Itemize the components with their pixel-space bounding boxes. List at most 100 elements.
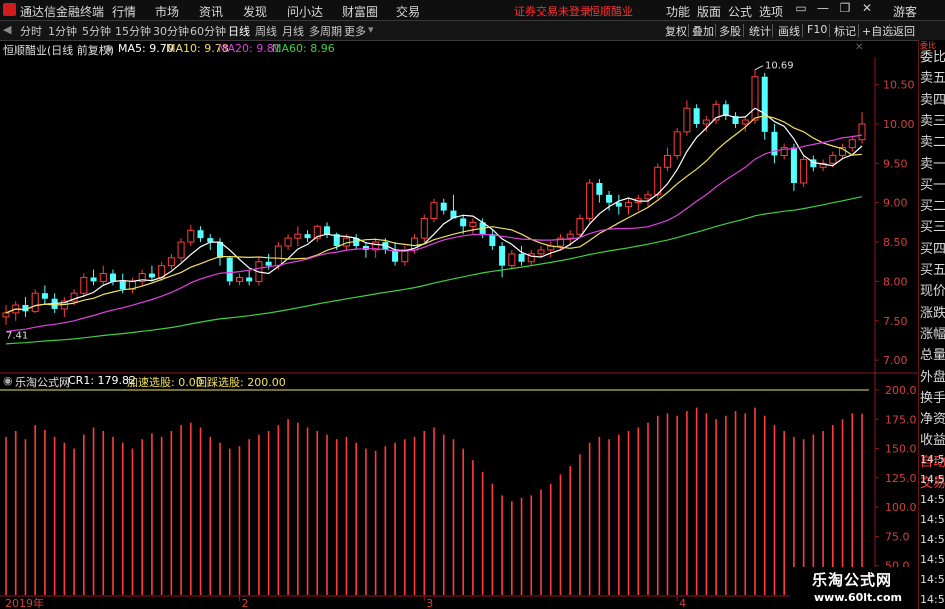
candle-body <box>761 76 768 132</box>
panel-time: 14:56 <box>920 593 945 606</box>
btn-tongji[interactable]: 统计 <box>749 23 771 39</box>
btn-duogu[interactable]: 多股 <box>719 23 741 39</box>
candle-body <box>304 234 311 239</box>
x-tick-label: 2019年 <box>5 596 44 609</box>
candle-body <box>586 182 594 219</box>
chart-area[interactable]: 10.50 10.00 9.50 9.00 8.50 8.00 7.50 7.00 10.69 7… <box>0 57 918 609</box>
login-warning[interactable]: 证券交易未登录 <box>514 3 591 19</box>
high-price-annotation: 10.69 <box>765 61 794 72</box>
close-icon[interactable]: ✕ <box>856 1 878 19</box>
sub-y-tick-label: 75.0 <box>885 530 910 543</box>
panel-item[interactable]: 净资 <box>920 408 945 427</box>
btn-fuquan[interactable]: 复权 <box>665 23 687 39</box>
candle-body <box>644 194 652 200</box>
panel-close-icon[interactable]: ✕ <box>855 42 863 53</box>
period-30min[interactable]: 30分钟 <box>153 23 189 39</box>
candle-body <box>284 237 292 247</box>
x-tick-label: 4 <box>679 597 686 609</box>
stock-title[interactable]: 恒顺醋业(日线 前复权) <box>3 42 114 58</box>
panel-time: 14:56 <box>920 533 945 546</box>
candle-body <box>615 202 622 207</box>
period-1min[interactable]: 1分钟 <box>48 23 77 39</box>
menu-jiaoyi[interactable]: 交易 <box>396 3 420 20</box>
btn-diejia[interactable]: 叠加 <box>692 23 714 39</box>
panel-item[interactable]: 卖二 <box>920 131 945 150</box>
panel-item[interactable]: 换手 <box>920 387 945 406</box>
candle-body <box>265 261 272 266</box>
x-tick-label: 2 <box>241 597 248 609</box>
candle-body <box>673 131 681 156</box>
candle-body <box>197 230 204 239</box>
panel-item[interactable]: 涨跌 <box>920 302 945 321</box>
candle-body <box>99 273 107 282</box>
screen-button-icon[interactable]: ▭ <box>790 1 812 19</box>
period-60min[interactable]: 60分钟 <box>190 23 226 39</box>
btn-back[interactable]: 返回 <box>893 23 915 39</box>
panel-item[interactable]: 卖五 <box>920 67 945 86</box>
x-tick-label: 3 <box>426 597 433 609</box>
candle-body <box>625 202 633 208</box>
more-dropdown-icon[interactable]: ▾ <box>368 23 374 36</box>
panel-item[interactable]: 卖三 <box>920 110 945 129</box>
menu-zixun[interactable]: 资讯 <box>199 3 223 20</box>
panel-item[interactable]: 委比 <box>920 46 945 65</box>
candle-body <box>537 249 545 255</box>
btn-huaxian[interactable]: 画线 <box>778 23 800 39</box>
panel-time: 14:56 <box>920 493 945 506</box>
candle-body <box>2 312 10 318</box>
candle-body <box>187 229 195 243</box>
panel-item[interactable]: 买四 <box>920 238 945 257</box>
candle-body <box>508 253 516 267</box>
candle-body <box>663 154 671 168</box>
menu-hangqing[interactable]: 行情 <box>112 3 136 20</box>
settings-dropdown-icon[interactable]: ◉ <box>104 42 114 55</box>
panel-item[interactable]: 现价 <box>920 280 945 299</box>
candle-body <box>167 257 175 267</box>
period-weekly[interactable]: 周线 <box>255 23 277 39</box>
panel-item[interactable]: 总量 <box>920 344 945 363</box>
menu-gongneng[interactable]: 功能 <box>666 3 690 20</box>
restore-icon[interactable]: ❐ <box>834 1 856 19</box>
y-tick-label: 8.50 <box>883 236 908 249</box>
panel-item[interactable]: 涨幅 <box>920 323 945 342</box>
candle-body <box>741 119 749 125</box>
period-multi[interactable]: 多周期 <box>309 23 342 39</box>
toolbar-left-arrow-icon[interactable]: ◀ <box>3 23 11 36</box>
menu-caifuquan[interactable]: 财富圈 <box>342 3 378 20</box>
menu-xuanxiang[interactable]: 选项 <box>759 3 783 20</box>
panel-item[interactable]: 卖一 <box>920 153 945 172</box>
guest-label[interactable]: 游客 <box>893 3 917 20</box>
minimize-icon[interactable]: — <box>812 1 834 19</box>
panel-item[interactable]: 买二 <box>920 195 945 214</box>
toolbar-divider <box>858 24 859 37</box>
panel-item[interactable]: 买三 <box>920 216 945 235</box>
panel-item[interactable]: 外盘 <box>920 366 945 385</box>
btn-f10[interactable]: F10 <box>807 23 827 36</box>
candle-body <box>274 245 282 267</box>
period-fenshi[interactable]: 分时 <box>20 23 42 39</box>
candle-body <box>848 139 856 149</box>
menu-shichang[interactable]: 市场 <box>155 3 179 20</box>
panel-item[interactable]: 买一 <box>920 174 945 193</box>
period-toolbar: ◀ 分时 1分钟 5分钟 15分钟 30分钟 60分钟 日线 周线 月线 多周期… <box>0 21 945 41</box>
period-daily[interactable]: 日线 <box>228 23 250 39</box>
menu-gongshi[interactable]: 公式 <box>728 3 752 20</box>
panel-item[interactable]: 卖四 <box>920 89 945 108</box>
period-15min[interactable]: 15分钟 <box>115 23 151 39</box>
candle-body <box>499 245 506 266</box>
candle-body <box>177 241 185 259</box>
panel-item[interactable]: 买五 <box>920 259 945 278</box>
menu-faxian[interactable]: 发现 <box>243 3 267 20</box>
period-monthly[interactable]: 月线 <box>282 23 304 39</box>
candle-body <box>829 154 837 164</box>
menu-wenxiaoda[interactable]: 问小达 <box>287 3 323 20</box>
watermark-url: www.60lt.com <box>814 591 903 604</box>
period-5min[interactable]: 5分钟 <box>82 23 111 39</box>
panel-item[interactable]: 收益 <box>920 429 945 448</box>
panel-time: 14:56 <box>920 553 945 566</box>
period-more[interactable]: 更多 <box>344 23 366 39</box>
btn-biaoji[interactable]: 标记 <box>834 23 856 39</box>
menu-banmian[interactable]: 版面 <box>697 3 721 20</box>
candle-body <box>22 305 29 312</box>
candle-body <box>207 238 214 243</box>
